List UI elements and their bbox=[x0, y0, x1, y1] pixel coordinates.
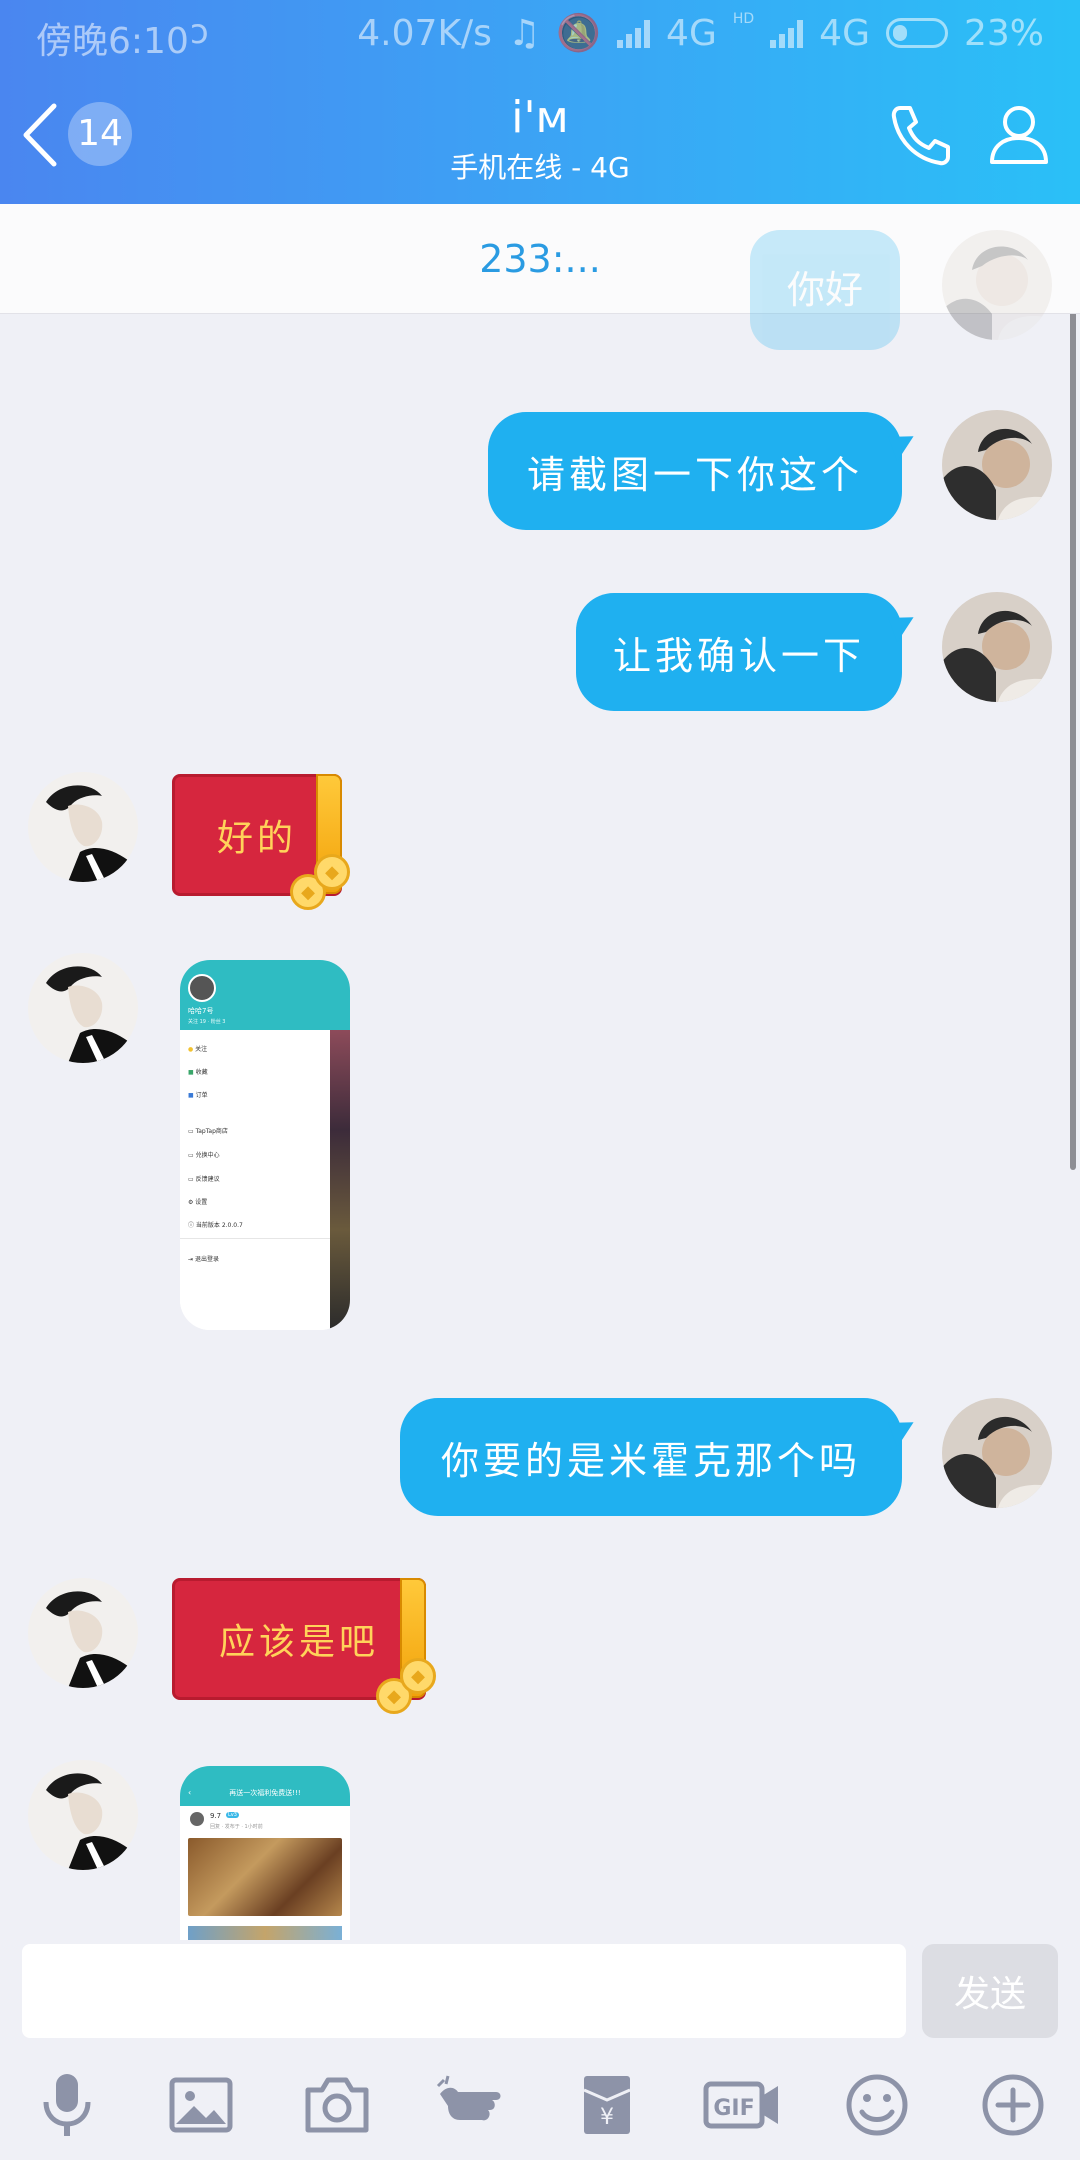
faded-message-bubble: 你好 bbox=[750, 230, 900, 350]
status-time: 傍晚6:10 bbox=[36, 21, 189, 62]
status-bar: 傍晚6:10 ↄ 4.07K/s ♫ 🔕 4G HD 4G 23% bbox=[0, 0, 1080, 70]
contact-avatar[interactable] bbox=[28, 772, 138, 882]
screenshot-user-avatar bbox=[190, 1812, 204, 1826]
headphone-icon: ♫ bbox=[507, 12, 541, 54]
screenshot-background-strip bbox=[330, 1030, 350, 1330]
camera-icon[interactable] bbox=[302, 2070, 372, 2140]
coin-icon: ◆ bbox=[400, 1658, 436, 1694]
screenshot-title: 再送一次福利免费送!!! bbox=[229, 1789, 301, 1797]
signal-icon-2 bbox=[770, 18, 804, 48]
battery-percent: 23% bbox=[963, 12, 1044, 54]
screenshot-game-image-2 bbox=[188, 1926, 342, 1940]
my-avatar[interactable] bbox=[942, 1398, 1052, 1508]
network-speed: 4.07K/s bbox=[357, 12, 492, 54]
menu-item: ▭ 兑换中心 bbox=[188, 1152, 220, 1159]
battery-icon bbox=[885, 18, 948, 48]
menu-item: ■ 收藏 bbox=[188, 1069, 208, 1076]
svg-text:¥: ¥ bbox=[600, 2105, 614, 2130]
screenshot-user: 9.7 bbox=[210, 1812, 222, 1820]
message-bubble-sent[interactable]: 请截图一下你这个 bbox=[488, 412, 902, 530]
contact-avatar[interactable] bbox=[28, 953, 138, 1063]
pinned-banner[interactable]: 233:... bbox=[0, 204, 1080, 314]
image-icon[interactable] bbox=[166, 2070, 236, 2140]
microphone-icon[interactable] bbox=[32, 2070, 102, 2140]
message-bubble-sent[interactable]: 你要的是米霍克那个吗 bbox=[400, 1398, 902, 1516]
menu-item: ● 关注 bbox=[188, 1046, 208, 1053]
my-avatar[interactable] bbox=[942, 592, 1052, 702]
hd-label: HD bbox=[732, 11, 755, 27]
message-bubble-sent[interactable]: 让我确认一下 bbox=[576, 593, 902, 711]
screenshot-username: 哈哈7号 bbox=[188, 1007, 214, 1015]
mute-bell-icon: 🔕 bbox=[556, 13, 602, 54]
menu-item: ⓘ 当前版本 2.0.0.7 bbox=[188, 1222, 243, 1229]
contact-avatar[interactable] bbox=[28, 1760, 138, 1870]
svg-text:GIF: GIF bbox=[713, 2096, 754, 2121]
poke-icon[interactable] bbox=[436, 2070, 506, 2140]
image-message-screenshot[interactable]: ‹ 再送一次福利免费送!!! 9.7 Lv3 回复 · 发布于 · 1小时前 bbox=[180, 1766, 350, 1940]
red-packet-message[interactable]: 应该是吧 ◆ ◆ bbox=[172, 1578, 442, 1714]
menu-item: ▭ 反馈建议 bbox=[188, 1176, 220, 1183]
input-toolbar: ¥ GIF bbox=[0, 2070, 1080, 2150]
network-type-2: 4G bbox=[819, 12, 870, 54]
my-avatar[interactable] bbox=[942, 410, 1052, 520]
screenshot-avatar bbox=[188, 974, 216, 1002]
message-input[interactable] bbox=[22, 1944, 906, 2038]
red-packet-message[interactable]: 好的 ◆ ◆ bbox=[172, 774, 352, 910]
my-avatar-faded bbox=[942, 230, 1052, 340]
menu-item: ⚙ 设置 bbox=[188, 1199, 208, 1206]
phone-call-icon[interactable] bbox=[886, 100, 956, 170]
send-button[interactable]: 发送 bbox=[922, 1944, 1058, 2038]
coin-icon: ◆ bbox=[314, 854, 350, 890]
chat-scrollbar[interactable] bbox=[1070, 280, 1076, 1170]
app-notification-icon: ↄ bbox=[190, 12, 209, 52]
screenshot-header bbox=[180, 1766, 350, 1806]
signal-icon bbox=[617, 18, 651, 48]
screenshot-subtitle: 关注 19 · 粉丝 3 bbox=[188, 1019, 226, 1025]
menu-item: ⇥ 退出登录 bbox=[188, 1256, 219, 1263]
gif-icon[interactable]: GIF bbox=[702, 2070, 782, 2140]
menu-divider bbox=[180, 1238, 330, 1239]
red-packet-icon[interactable]: ¥ bbox=[572, 2070, 642, 2140]
screenshot-menu-panel: ● 关注 ■ 收藏 ■ 订单 ▭ TapTap商店 ▭ 兑换中心 ▭ 反馈建议 … bbox=[180, 1030, 330, 1330]
contact-avatar[interactable] bbox=[28, 1578, 138, 1688]
screenshot-meta: 回复 · 发布于 · 1小时前 bbox=[210, 1824, 263, 1830]
image-message-screenshot[interactable]: 哈哈7号 关注 19 · 粉丝 3 ● 关注 ■ 收藏 ■ 订单 ▭ TapTa… bbox=[180, 960, 350, 1330]
screenshot-game-image bbox=[188, 1838, 342, 1916]
menu-item: ▭ TapTap商店 bbox=[188, 1128, 228, 1135]
menu-item: ■ 订单 bbox=[188, 1092, 208, 1099]
emoji-icon[interactable] bbox=[842, 2070, 912, 2140]
plus-icon[interactable] bbox=[978, 2070, 1048, 2140]
input-area: 发送 ¥ GIF bbox=[0, 1940, 1080, 2160]
chat-header: 傍晚6:10 ↄ 4.07K/s ♫ 🔕 4G HD 4G 23% 14 i'м… bbox=[0, 0, 1080, 204]
screenshot-tag: Lv3 bbox=[226, 1812, 239, 1818]
network-type-1: 4G bbox=[666, 12, 717, 54]
profile-icon[interactable] bbox=[984, 100, 1054, 170]
